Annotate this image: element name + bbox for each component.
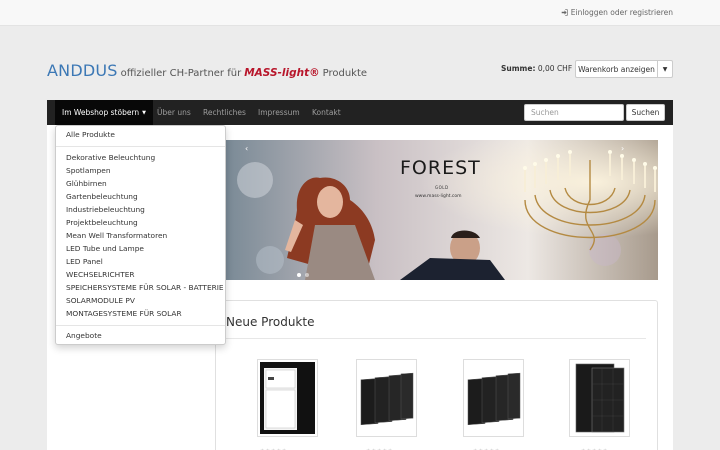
- nav-webshop-label[interactable]: Im Webshop stöbern: [62, 108, 139, 117]
- search-input[interactable]: Suchen: [524, 104, 624, 121]
- cart-sum-value: 0,00 CHF: [537, 64, 573, 73]
- login-label[interactable]: Einloggen oder registrieren: [571, 8, 673, 17]
- login-link[interactable]: Einloggen oder registrieren: [561, 8, 673, 17]
- menu-item-category[interactable]: Gartenbeleuchtung: [66, 192, 138, 201]
- new-products-title: Neue Produkte: [226, 315, 315, 329]
- menu-item-category[interactable]: MONTAGESYSTEME FÜR SOLAR: [66, 309, 182, 318]
- cart-button[interactable]: Warenkorb anzeigen ▼: [575, 60, 673, 78]
- panel-divider: [226, 338, 646, 339]
- product-card-battery[interactable]: [257, 359, 318, 437]
- slide-title: FOREST: [400, 157, 481, 179]
- product-image: [575, 363, 625, 433]
- hero-slider[interactable]: ‹ › FOREST GOLD www.mass-light.com: [225, 140, 658, 280]
- search-button[interactable]: Suchen: [626, 104, 665, 121]
- menu-item-category[interactable]: Spotlampen: [66, 166, 111, 175]
- slide-subtitle: GOLD: [435, 185, 449, 190]
- cart-sum-label: Summe:: [501, 64, 536, 73]
- menu-item-category[interactable]: LED Panel: [66, 257, 103, 266]
- menu-item-category[interactable]: WECHSELRICHTER: [66, 270, 135, 279]
- product-image: [260, 362, 315, 434]
- nav-impressum[interactable]: Impressum: [258, 100, 300, 125]
- menu-item-category[interactable]: Projektbeleuchtung: [66, 218, 138, 227]
- webshop-dropdown-menu: Alle Produkte Dekorative Beleuchtung Spo…: [55, 125, 226, 345]
- product-card-solar-3[interactable]: [569, 359, 630, 437]
- top-bar: Einloggen oder registrieren: [0, 0, 720, 26]
- cart-button-label[interactable]: Warenkorb anzeigen: [576, 61, 658, 77]
- brand-heading: ANDDUS offizieller CH-Partner für MASS-l…: [47, 61, 367, 80]
- nav-ueber-uns[interactable]: Über uns: [157, 100, 191, 125]
- menu-item-category[interactable]: Mean Well Transformatoren: [66, 231, 167, 240]
- product-image: [360, 372, 414, 425]
- menu-item-category[interactable]: LED Tube und Lampe: [66, 244, 144, 253]
- caret-down-icon[interactable]: ▼: [658, 61, 672, 77]
- menu-divider: [56, 146, 225, 147]
- slider-prev-icon[interactable]: ‹: [245, 144, 248, 153]
- brand-tail: Produkte: [322, 68, 368, 79]
- nav-webshop[interactable]: Im Webshop stöbern ▼: [55, 100, 154, 125]
- menu-divider: [56, 325, 225, 326]
- slide-url: www.mass-light.com: [415, 194, 462, 199]
- slider-dot-active[interactable]: [297, 273, 301, 277]
- nav-kontakt[interactable]: Kontakt: [312, 100, 341, 125]
- brand-mass-light: MASS-light®: [244, 67, 320, 79]
- nav-rechtliches[interactable]: Rechtliches: [203, 100, 246, 125]
- slider-next-icon[interactable]: ›: [621, 144, 624, 153]
- brand-subtitle: offizieller CH-Partner für: [120, 68, 242, 79]
- product-card-solar-2[interactable]: [463, 359, 524, 437]
- product-card-solar-1[interactable]: [356, 359, 417, 437]
- menu-item-category[interactable]: Industriebeleuchtung: [66, 205, 145, 214]
- brand-name[interactable]: ANDDUS: [47, 61, 118, 80]
- navbar: Im Webshop stöbern ▼ Über uns Rechtliche…: [47, 100, 673, 125]
- new-products-panel: Neue Produkte: [215, 300, 658, 450]
- caret-down-icon: ▼: [142, 109, 147, 116]
- menu-item-all-products[interactable]: Alle Produkte: [66, 130, 115, 139]
- menu-item-category[interactable]: SOLARMODULE PV: [66, 296, 135, 305]
- menu-item-category[interactable]: Glühbirnen: [66, 179, 107, 188]
- product-image: [467, 372, 521, 425]
- cart-sum: Summe: 0,00 CHF: [501, 64, 572, 73]
- login-icon: [561, 9, 568, 16]
- menu-item-category[interactable]: SPEICHERSYSTEME FÜR SOLAR - BATTERIE: [66, 283, 224, 292]
- slider-dot[interactable]: [305, 273, 309, 277]
- menu-item-category[interactable]: Dekorative Beleuchtung: [66, 153, 155, 162]
- menu-item-offers[interactable]: Angebote: [66, 331, 102, 340]
